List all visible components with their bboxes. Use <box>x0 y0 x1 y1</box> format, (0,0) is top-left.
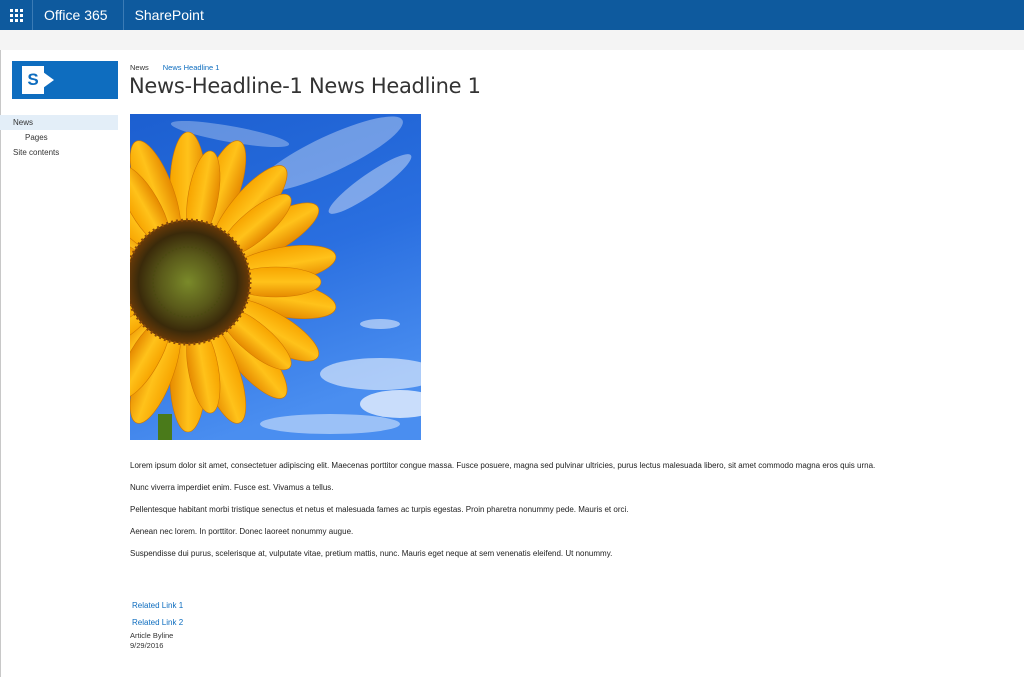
article-paragraph-5: Suspendisse dui purus, scelerisque at, v… <box>130 549 613 558</box>
app-launcher-button[interactable] <box>0 0 33 30</box>
page-title: News-Headline-1 News Headline 1 <box>129 74 481 98</box>
sunflower-image <box>130 114 421 440</box>
site-logo[interactable]: S <box>12 61 118 99</box>
office365-brand-link[interactable]: Office 365 <box>33 0 124 30</box>
article-body: Lorem ipsum dolor sit amet, consectetuer… <box>130 461 1010 571</box>
related-link-1[interactable]: Related Link 1 <box>132 600 183 617</box>
waffle-icon <box>9 8 23 22</box>
logo-letter: S <box>27 70 39 89</box>
article-byline: Article Byline 9/29/2016 <box>130 631 173 651</box>
breadcrumb-news[interactable]: News <box>130 63 149 72</box>
article-paragraph-4: Aenean nec lorem. In porttitor. Donec la… <box>130 527 354 536</box>
article-image <box>130 114 421 440</box>
article-date: 9/29/2016 <box>130 641 164 650</box>
nav-item-site-contents[interactable]: Site contents <box>0 145 118 160</box>
article-paragraph-3: Pellentesque habitant morbi tristique se… <box>130 505 629 514</box>
breadcrumb-current-page[interactable]: News Headline 1 <box>163 63 220 72</box>
logo-arrow-icon <box>43 72 54 88</box>
ribbon-strip <box>0 30 1024 50</box>
breadcrumb: News News Headline 1 <box>130 63 219 72</box>
nav-item-news[interactable]: News <box>0 115 118 130</box>
quick-launch-nav: News Pages Site contents <box>0 115 118 160</box>
article-paragraph-1: Lorem ipsum dolor sit amet, consectetuer… <box>130 461 876 470</box>
article-paragraph-2: Nunc viverra imperdiet enim. Fusce est. … <box>130 483 334 492</box>
sharepoint-app-link[interactable]: SharePoint <box>124 0 204 30</box>
nav-item-pages[interactable]: Pages <box>0 130 118 145</box>
sharepoint-logo-icon: S <box>22 66 44 94</box>
suite-bar: Office 365 SharePoint <box>0 0 1024 30</box>
byline-label: Article Byline <box>130 631 174 640</box>
related-links: Related Link 1 Related Link 2 <box>132 600 183 634</box>
